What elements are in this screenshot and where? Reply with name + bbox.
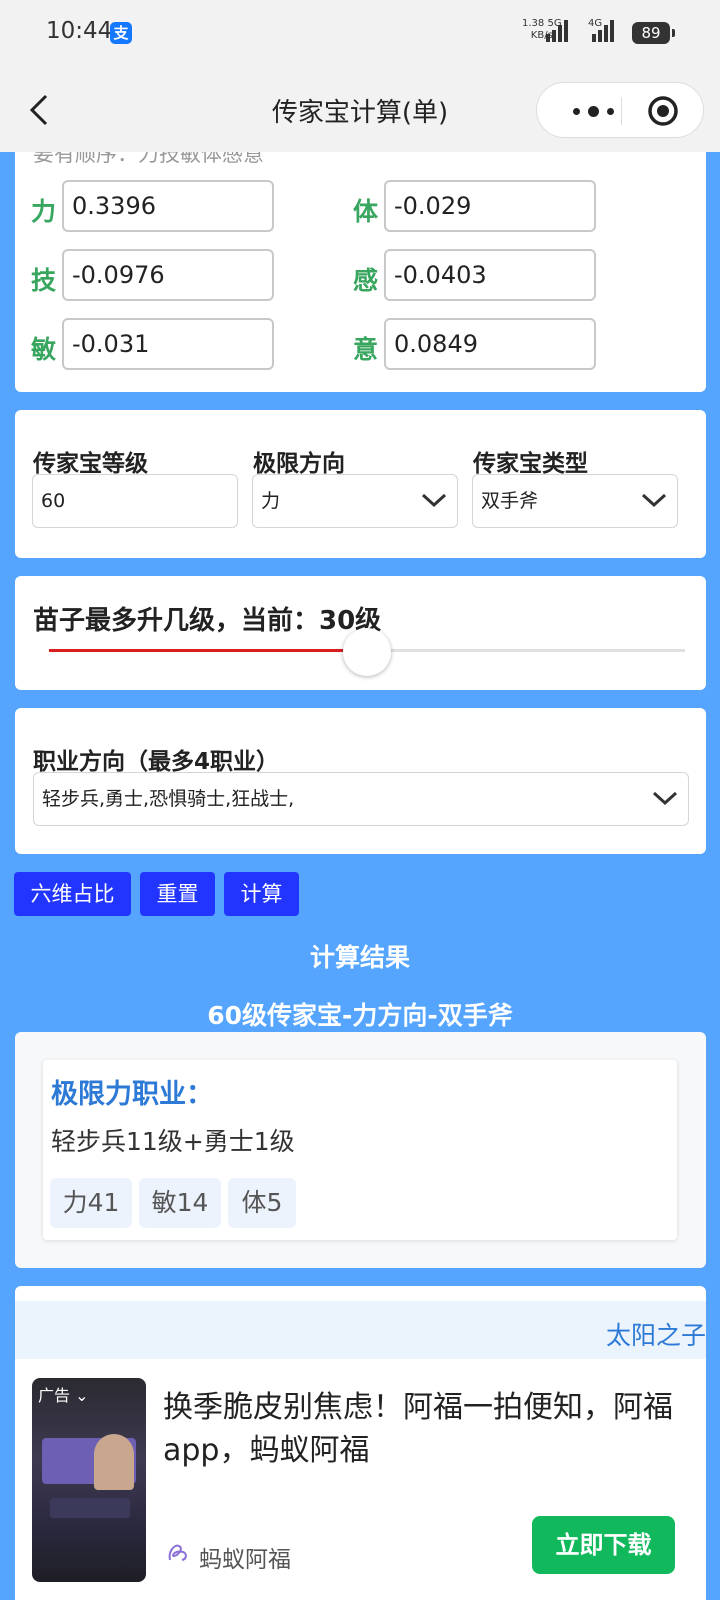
- ad-image-caption: [50, 1498, 130, 1518]
- nav-bar: 传家宝计算(单): [0, 68, 720, 152]
- capsule-divider: [621, 97, 622, 125]
- attr-input-perception[interactable]: -0.0403: [384, 249, 596, 301]
- attr-input-strength[interactable]: 0.3396: [62, 180, 274, 232]
- attr-label-perception: 感: [353, 266, 379, 295]
- six-dim-ratio-button[interactable]: 六维占比: [14, 872, 131, 916]
- attr-input-agility[interactable]: -0.031: [62, 318, 274, 370]
- calculate-button[interactable]: 计算: [224, 872, 299, 916]
- signal-4g-icon: [592, 20, 614, 42]
- type-label: 传家宝类型: [473, 451, 588, 477]
- attr-label-skill: 技: [31, 266, 57, 295]
- status-bar: 10:44 支 1.38 5G KB/s 4G 89: [0, 0, 720, 68]
- direction-select[interactable]: 力: [252, 474, 458, 528]
- level-input[interactable]: 60: [32, 474, 238, 528]
- direction-value: 力: [261, 490, 281, 512]
- attr-input-will[interactable]: 0.0849: [384, 318, 596, 370]
- ant-afu-logo-icon: [168, 1544, 187, 1561]
- result-card-title: 极限力职业：: [51, 1079, 213, 1110]
- attr-label-constitution: 体: [353, 197, 379, 226]
- result-card-desc: 轻步兵11级+勇士1级: [51, 1127, 295, 1156]
- download-button[interactable]: 立即下载: [532, 1516, 675, 1574]
- attr-input-skill[interactable]: -0.0976: [62, 249, 274, 301]
- result-inner-card: 极限力职业： 轻步兵11级+勇士1级 力41 敏14 体5: [43, 1060, 677, 1240]
- chevron-down-icon: [421, 493, 447, 508]
- more-icon[interactable]: [563, 99, 623, 123]
- type-select[interactable]: 双手斧: [472, 474, 678, 528]
- result-heading: 计算结果: [309, 943, 410, 972]
- chevron-down-icon: ⌄: [75, 1386, 89, 1405]
- alipay-icon: 支: [110, 22, 132, 44]
- stat-chip-constitution: 体5: [228, 1178, 296, 1228]
- close-target-icon[interactable]: [647, 95, 679, 127]
- stat-chip-agility: 敏14: [139, 1178, 221, 1228]
- chevron-down-icon: [641, 493, 667, 508]
- ad-header: 太阳之子: [15, 1301, 706, 1359]
- direction-label: 极限方向: [253, 451, 345, 477]
- stat-chip-strength: 力41: [50, 1178, 132, 1228]
- ad-text[interactable]: 换季脆皮别焦虑！阿福一拍便知，阿福app，蚂蚁阿福: [163, 1386, 683, 1472]
- ad-tag[interactable]: 广告 ⌄: [38, 1382, 89, 1406]
- ad-card[interactable]: 太阳之子 广告 ⌄ 换季脆皮别焦虑！阿福一拍便知，阿福app，蚂蚁阿福 蚂蚁阿福…: [15, 1286, 706, 1600]
- attr-label-will: 意: [353, 335, 379, 364]
- attributes-hint: 要有顺序：力技敏体感意: [33, 152, 264, 166]
- attr-label-agility: 敏: [31, 335, 57, 364]
- ad-image-face: [94, 1434, 134, 1490]
- chevron-down-icon: [652, 791, 678, 806]
- settings-card: 传家宝等级 60 极限方向 力 传家宝类型 双手斧: [15, 410, 706, 558]
- signal-5g-icon: [546, 20, 568, 42]
- attr-input-constitution[interactable]: -0.029: [384, 180, 596, 232]
- ad-brand-name: 蚂蚁阿福: [199, 1547, 291, 1573]
- jobs-label: 职业方向（最多4职业）: [33, 749, 280, 775]
- battery-icon: 89: [632, 22, 675, 44]
- status-time: 10:44: [46, 18, 113, 44]
- type-value: 双手斧: [481, 490, 539, 512]
- ad-tag-label: 广告: [38, 1386, 71, 1405]
- ad-header-text: 太阳之子: [605, 1321, 706, 1350]
- ad-thumbnail[interactable]: 广告 ⌄: [32, 1378, 146, 1582]
- attr-label-strength: 力: [31, 197, 57, 226]
- result-subheading: 60级传家宝-力方向-双手斧: [207, 1001, 513, 1030]
- slider-title: 苗子最多升几级，当前：30级: [33, 606, 382, 636]
- result-card: 极限力职业： 轻步兵11级+勇士1级 力41 敏14 体5: [15, 1032, 706, 1268]
- slider-fill: [49, 649, 367, 652]
- net-speed-value: 1.38: [522, 18, 545, 29]
- attributes-card: 要有顺序：力技敏体感意 力 0.3396 体 -0.029 技 -0.0976 …: [15, 152, 706, 392]
- jobs-value: 轻步兵,勇士,恐惧骑士,狂战士,: [42, 788, 295, 810]
- level-label: 传家宝等级: [33, 451, 148, 477]
- reset-button[interactable]: 重置: [140, 872, 215, 916]
- mini-program-capsule: [536, 82, 704, 138]
- slider-thumb[interactable]: [343, 628, 391, 676]
- level-value: 60: [41, 490, 66, 512]
- jobs-select[interactable]: 轻步兵,勇士,恐惧骑士,狂战士,: [33, 772, 689, 826]
- level-slider-card: 苗子最多升几级，当前：30级: [15, 576, 706, 690]
- jobs-card: 职业方向（最多4职业） 轻步兵,勇士,恐惧骑士,狂战士,: [15, 708, 706, 854]
